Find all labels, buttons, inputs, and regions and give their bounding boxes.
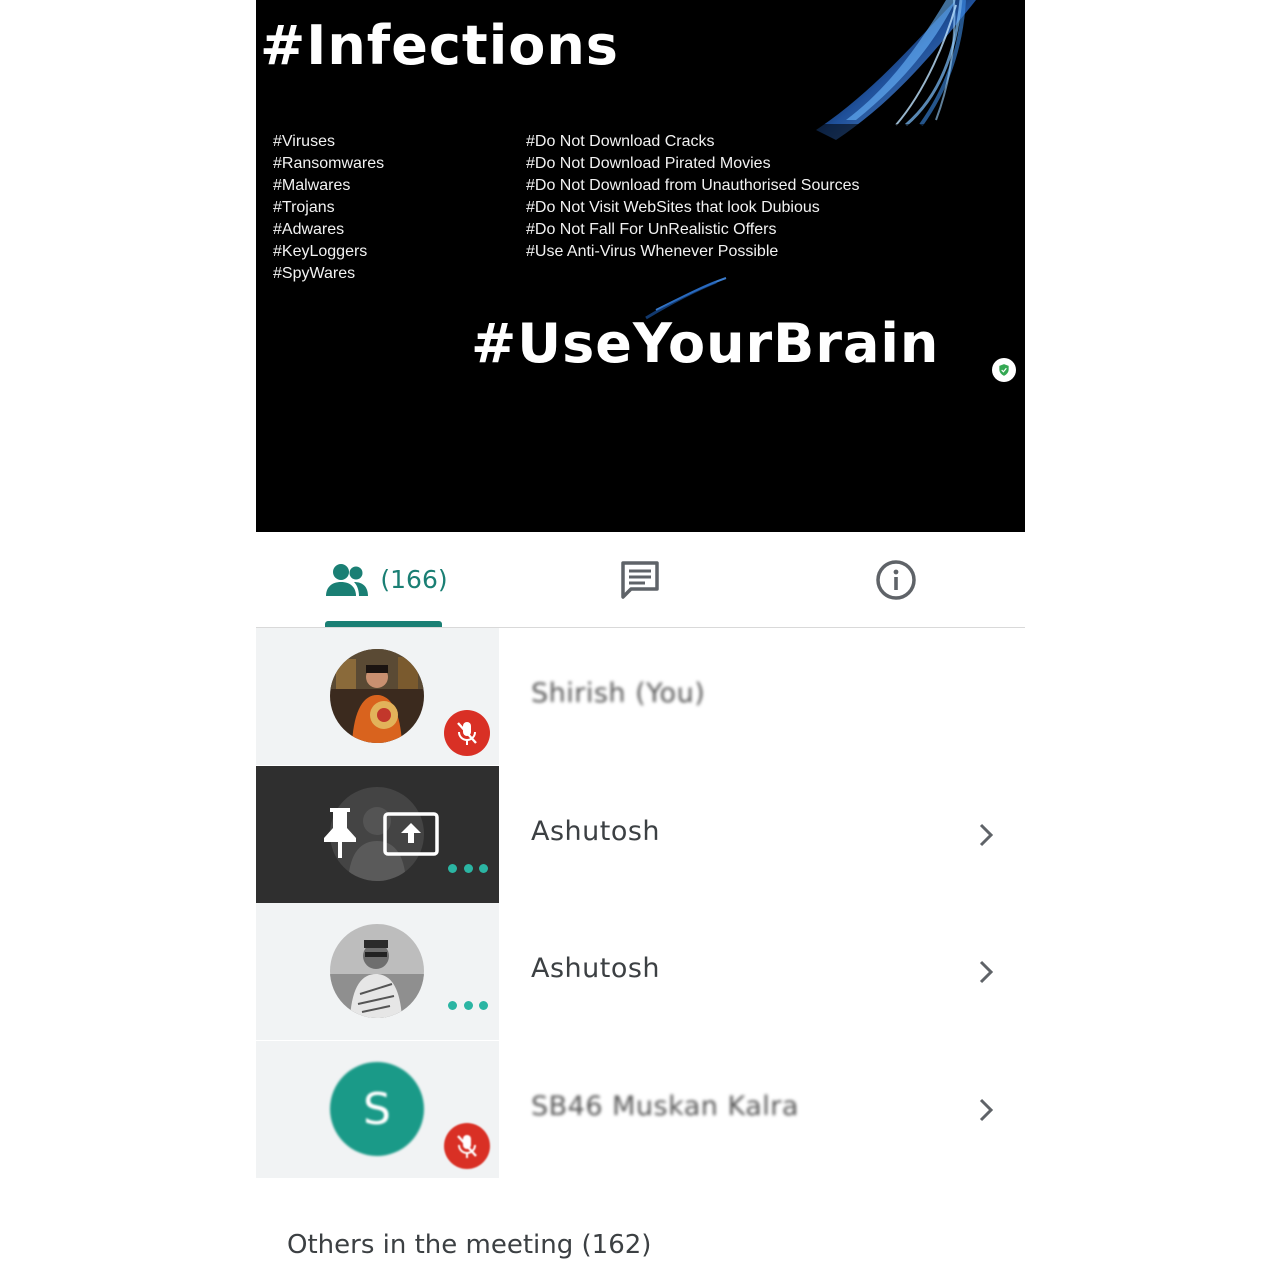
chevron-right-icon[interactable] <box>976 1096 996 1124</box>
list-item: #Do Not Fall For UnRealistic Offers <box>526 221 777 238</box>
avatar <box>330 649 424 743</box>
participant-row[interactable]: S SB46 Muskan Kalra <box>256 1041 1025 1178</box>
slide-right-list: #Do Not Download Cracks #Do Not Download… <box>526 131 860 263</box>
list-item: #Do Not Download Cracks <box>526 133 715 150</box>
list-item: #Malwares <box>273 177 351 194</box>
slide-title: #Infections <box>260 14 619 77</box>
mic-off-icon <box>444 710 490 756</box>
tab-info[interactable] <box>856 532 936 627</box>
list-item: #KeyLoggers <box>273 243 368 260</box>
list-item: #Viruses <box>273 133 335 150</box>
participant-row[interactable]: Ashutosh <box>256 903 1025 1040</box>
tab-people[interactable]: (166) <box>316 532 456 627</box>
chevron-right-icon[interactable] <box>976 821 996 849</box>
participant-name: Ashutosh <box>531 953 661 984</box>
panel-tabs: (166) <box>256 532 1025 628</box>
participant-name: SB46 Muskan Kalra <box>531 1091 799 1122</box>
presentation-slide[interactable]: #Infections #Viruses #Ransomwares #Malwa… <box>256 0 1025 532</box>
list-item: #Do Not Visit WebSites that look Dubious <box>526 199 820 216</box>
participant-count: (166) <box>380 565 448 594</box>
list-item: #Ransomwares <box>273 155 385 172</box>
chevron-right-icon[interactable] <box>976 958 996 986</box>
active-tab-indicator <box>325 621 442 627</box>
more-options-icon[interactable] <box>448 864 488 876</box>
participant-tile <box>256 766 499 903</box>
others-in-meeting-label: Others in the meeting (162) <box>287 1230 652 1260</box>
participant-tile <box>256 903 499 1040</box>
avatar <box>330 924 424 1018</box>
mic-off-icon <box>444 1123 490 1169</box>
avatar: S <box>330 1062 424 1156</box>
present-screen-icon[interactable] <box>383 812 439 856</box>
people-icon <box>326 563 369 596</box>
list-item: #Adwares <box>273 221 345 238</box>
participant-row[interactable]: Ashutosh <box>256 766 1025 903</box>
slide-footer: #UseYourBrain <box>471 312 940 375</box>
shield-icon <box>992 358 1016 382</box>
pin-icon[interactable] <box>320 806 360 860</box>
list-item: #Trojans <box>273 199 335 216</box>
tab-chat[interactable] <box>600 532 680 627</box>
info-icon <box>876 559 916 600</box>
participant-row[interactable]: Shirish (You) <box>256 628 1025 765</box>
list-item: #SpyWares <box>273 265 356 282</box>
participant-tile: S <box>256 1041 499 1178</box>
list-item: #Do Not Download Pirated Movies <box>526 155 771 172</box>
slide-left-list: #Viruses #Ransomwares #Malwares #Trojans… <box>273 131 384 285</box>
list-item: #Do Not Download from Unauthorised Sourc… <box>526 177 860 194</box>
list-item: #Use Anti-Virus Whenever Possible <box>526 243 779 260</box>
meeting-app: #Infections #Viruses #Ransomwares #Malwa… <box>256 0 1025 1280</box>
participant-name: Shirish (You) <box>531 678 706 709</box>
participant-name: Ashutosh <box>531 816 661 847</box>
chat-icon <box>621 560 659 599</box>
participant-tile <box>256 628 499 765</box>
more-options-icon[interactable] <box>448 1001 488 1013</box>
